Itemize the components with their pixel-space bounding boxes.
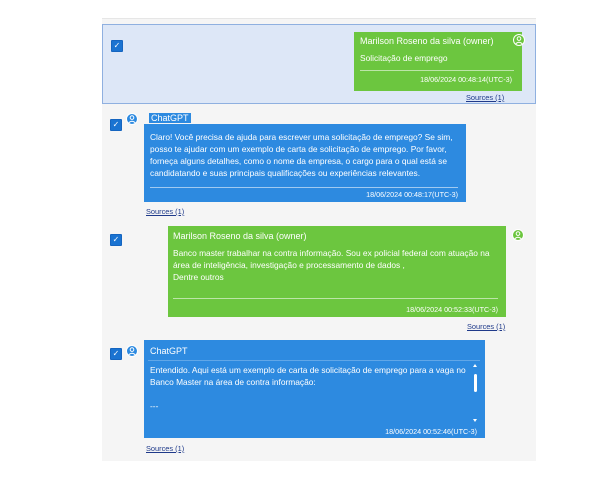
- assistant-avatar-icon: [126, 345, 138, 357]
- message-text: Solicitação de emprego: [360, 53, 448, 63]
- sources-link-4[interactable]: Sources (1): [146, 444, 184, 453]
- message-sender: ChatGPT: [150, 346, 188, 356]
- message-scrollbar[interactable]: [473, 364, 478, 422]
- message-checkbox-4[interactable]: ✓: [110, 348, 122, 360]
- message-text: Entendido. Aqui está um exemplo de carta…: [150, 365, 466, 411]
- user-message-bubble-1: Marilson Roseno da silva (owner) Solicit…: [354, 32, 522, 91]
- assistant-message-bubble-4: ChatGPT Entendido. Aqui está um exemplo …: [144, 340, 485, 438]
- sources-link-3[interactable]: Sources (1): [467, 322, 505, 331]
- user-avatar-icon: [512, 229, 524, 241]
- message-checkbox-2[interactable]: ✓: [110, 119, 122, 131]
- user-message-bubble-3: Marilson Roseno da silva (owner) Banco m…: [168, 226, 506, 317]
- user-avatar-icon: [513, 34, 525, 46]
- message-text: Banco master trabalhar na contra informa…: [173, 248, 490, 282]
- message-row-3[interactable]: ✓ Marilson Roseno da silva (owner) Banco…: [102, 224, 536, 336]
- message-row-1[interactable]: ✓ Marilson Roseno da silva (owner) Solic…: [102, 24, 536, 104]
- message-divider: [173, 298, 498, 299]
- chat-export-view: ✓ Marilson Roseno da silva (owner) Solic…: [0, 0, 591, 480]
- scroll-up-arrow-icon[interactable]: [473, 364, 477, 367]
- message-checkbox-1[interactable]: ✓: [111, 40, 123, 52]
- message-sender: Marilson Roseno da silva (owner): [360, 36, 494, 46]
- message-checkbox-3[interactable]: ✓: [110, 234, 122, 246]
- message-sender: ChatGPT: [149, 113, 191, 123]
- message-text: Claro! Você precisa de ajuda para escrev…: [150, 132, 453, 178]
- scroll-down-arrow-icon[interactable]: [473, 419, 477, 422]
- message-sender: Marilson Roseno da silva (owner): [173, 231, 307, 241]
- scroll-thumb[interactable]: [474, 374, 477, 392]
- message-timestamp: 18/06/2024 00:52:46(UTC-3): [385, 427, 477, 436]
- message-timestamp: 18/06/2024 00:52:33(UTC-3): [406, 305, 498, 314]
- message-row-4[interactable]: ✓ ChatGPT Entendido. Aqui está um exempl…: [102, 338, 536, 458]
- message-timestamp: 18/06/2024 00:48:14(UTC-3): [420, 75, 512, 84]
- assistant-avatar-icon: [126, 113, 138, 125]
- assistant-message-bubble-2: Claro! Você precisa de ajuda para escrev…: [144, 124, 466, 202]
- message-row-2[interactable]: ✓ Claro! Você precisa de ajuda para escr…: [102, 112, 536, 224]
- sources-link-1[interactable]: Sources (1): [466, 93, 504, 102]
- sources-link-2[interactable]: Sources (1): [146, 207, 184, 216]
- message-divider: [360, 70, 514, 71]
- message-divider: [150, 187, 458, 188]
- message-timestamp: 18/06/2024 00:48:17(UTC-3): [366, 190, 458, 199]
- message-scroll-area[interactable]: Entendido. Aqui está um exemplo de carta…: [148, 360, 480, 425]
